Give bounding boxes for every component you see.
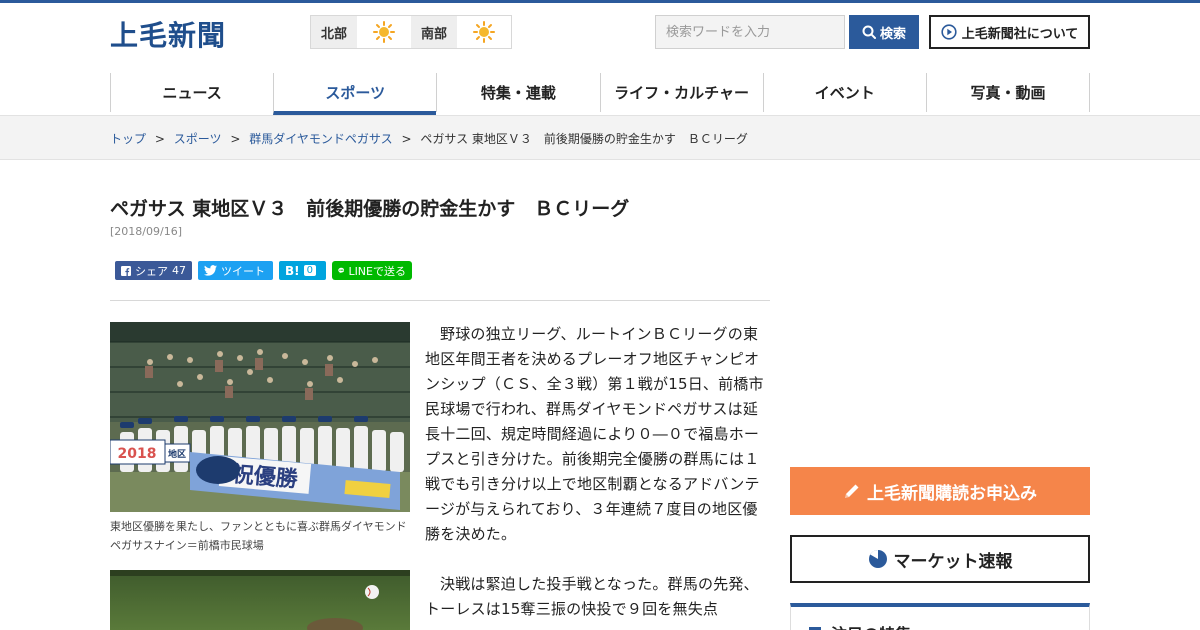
breadcrumb-link-top[interactable]: トップ [110,132,146,146]
weather-south-icon-wrap [457,16,511,48]
celebration-photo-image: 2018 地区 祝優勝 [110,322,410,512]
facebook-share-count: 47 [172,264,186,277]
article-photo-game[interactable] [110,570,410,630]
line-share-button[interactable]: LINE LINEで送る [332,261,412,280]
breadcrumb-separator: > [401,132,412,146]
about-company-button[interactable]: 上毛新聞社について [929,15,1090,49]
nav-item-sports[interactable]: スポーツ [273,73,437,115]
search-input[interactable] [655,15,845,49]
nav-item-news[interactable]: ニュース [110,73,273,112]
breadcrumb-link-pegasus[interactable]: 群馬ダイヤモンドペガサス [249,132,392,146]
breadcrumb-current: ペガサス 東地区Ｖ３ 前後期優勝の貯金生かす ＢＣリーグ [420,132,748,146]
hatena-bookmark-count: 0 [303,265,316,276]
sun-icon [373,21,395,43]
nav-item-photo-video[interactable]: 写真・動画 [925,73,1091,112]
twitter-icon [204,265,217,276]
main-nav: ニュース スポーツ 特集・連載 ライフ・カルチャー イベント 写真・動画 [110,73,1091,115]
market-report-label: マーケット速報 [893,551,1013,572]
line-icon: LINE [338,267,345,274]
facebook-share-label: シェア [135,264,168,278]
subscribe-button[interactable]: 上毛新聞購読お申込み [790,467,1090,515]
twitter-share-label: ツイート [221,264,265,278]
photo-banner-small: 地区 [168,448,186,460]
photo-banner-year: 2018 [118,446,157,462]
nav-item-life-culture[interactable]: ライフ・カルチャー [599,73,763,112]
breadcrumb-separator: > [154,132,165,146]
article-title: ペガサス 東地区Ｖ３ 前後期優勝の貯金生かす ＢＣリーグ [110,198,630,220]
svg-text:LINE: LINE [339,270,345,272]
weather-region-north: 北部 [311,16,357,48]
hatena-bookmark-button[interactable]: B! 0 [279,261,326,280]
about-company-label: 上毛新聞社について [961,26,1079,42]
twitter-share-button[interactable]: ツイート [198,261,273,280]
breadcrumb-separator: > [230,132,241,146]
market-report-button[interactable]: マーケット速報 [790,535,1090,583]
breadcrumb-bar: トップ > スポーツ > 群馬ダイヤモンドペガサス > ペガサス 東地区Ｖ３ 前… [0,115,1200,160]
weather-north-icon-wrap [357,16,411,48]
sun-icon [473,21,495,43]
article-paragraph-1: 野球の独立リーグ、ルートインＢＣリーグの東地区年間王者を決めるプレーオフ地区チャ… [425,325,764,543]
article-paragraph-2: 決戦は緊迫した投手戦となった。群馬の先発、トーレスは15奪三振の快投で９回を無失… [425,575,759,618]
facebook-share-button[interactable]: シェア 47 [115,261,192,280]
share-buttons: シェア 47 ツイート B! 0 LINE LINEで送る [115,261,412,280]
site-logo[interactable]: 上毛新聞 [110,14,226,54]
facebook-icon [121,265,131,276]
hatena-bookmark-icon: B! [285,263,300,278]
pie-chart-icon [868,550,887,568]
weather-region-south: 南部 [411,16,457,48]
weather-widget: 北部 南部 [310,15,512,49]
game-photo-image [110,570,410,630]
article-divider [110,300,770,301]
article-date: [2018/09/16] [110,225,182,238]
photo-caption: 東地区優勝を果たし、ファンとともに喜ぶ群馬ダイヤモンドペガサスナイン＝前橋市民球… [110,520,407,552]
line-share-label: LINEで送る [348,264,406,278]
featured-section: 注目の特集 [790,603,1090,630]
pencil-icon [845,484,859,498]
search-icon [862,25,876,39]
article-photo-celebration[interactable]: 2018 地区 祝優勝 [110,322,410,512]
breadcrumb-link-sports[interactable]: スポーツ [174,132,222,146]
top-accent-bar [0,0,1200,3]
nav-item-features[interactable]: 特集・連載 [436,73,599,112]
subscribe-label: 上毛新聞購読お申込み [867,483,1037,504]
featured-section-label: 注目の特集 [831,621,911,630]
nav-item-events[interactable]: イベント [762,73,926,112]
breadcrumb: トップ > スポーツ > 群馬ダイヤモンドペガサス > ペガサス 東地区Ｖ３ 前… [110,130,748,147]
search-button[interactable]: 検索 [849,15,919,49]
featured-section-title: 注目の特集 [809,621,911,630]
search-button-label: 検索 [879,26,906,42]
play-circle-icon [941,24,957,40]
